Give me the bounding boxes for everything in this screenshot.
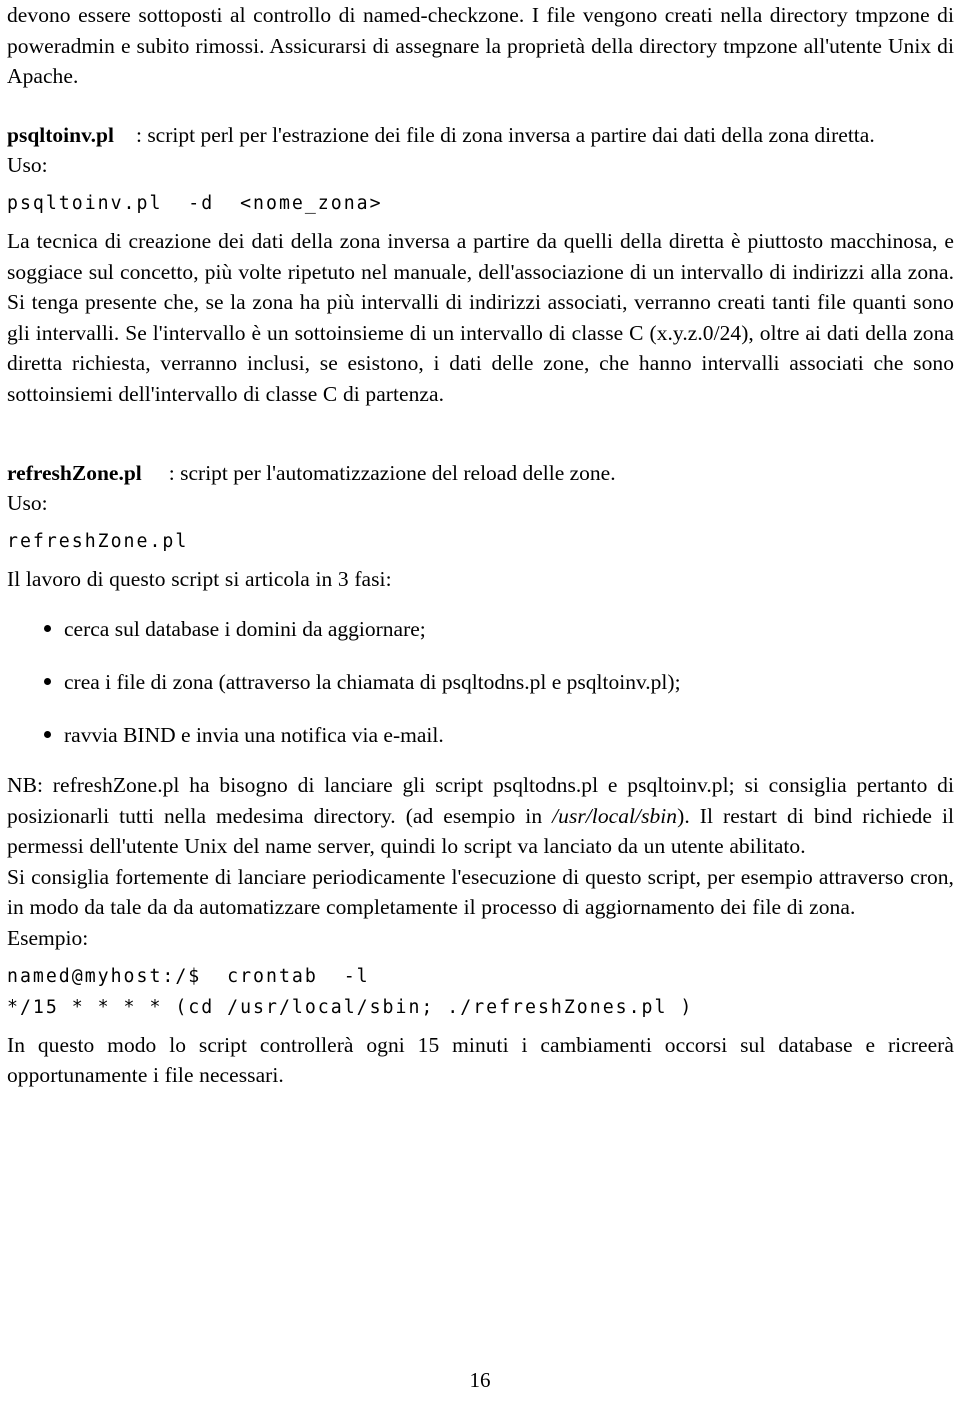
list-item-label: cerca sul database i domini da aggiornar… [64, 617, 426, 642]
usage-code-psqltoinv: psqltoinv.pl -d <nome_zona> [7, 192, 383, 214]
esempio-label: Esempio: [7, 926, 89, 951]
note-paragraph: NB: refreshZone.pl ha bisogno di lanciar… [7, 770, 954, 862]
page-content: devono essere sottoposti al controllo di… [7, 0, 954, 1091]
cron-code-line-2: */15 * * * * (cd /usr/local/sbin; ./refr… [7, 996, 694, 1018]
script-description-psqltoinv: : script perl per l'estrazione dei file … [135, 122, 875, 147]
bullet-icon [44, 625, 51, 633]
bullet-icon [44, 730, 51, 738]
uso-label-psqltoinv: Uso: [7, 153, 48, 178]
list-item: crea i file di zona (attraverso la chiam… [7, 667, 954, 698]
closing-paragraph: In questo modo lo script controllerà ogn… [7, 1032, 954, 1088]
cron-advice-paragraph: Si consiglia fortemente di lanciare peri… [7, 864, 954, 920]
cron-code-line-1: named@myhost:/$ crontab -l [7, 965, 370, 987]
definition-psqltoinv: psqltoinv.pl : script perl per l'estrazio… [7, 120, 954, 151]
script-description-refreshzone: : script per l'automatizzazione del relo… [168, 460, 616, 485]
script-name-psqltoinv: psqltoinv.pl [7, 122, 114, 147]
script-name-refreshzone: refreshZone.pl [7, 460, 142, 485]
phases-intro: Il lavoro di questo script si articola i… [7, 566, 392, 591]
psqltoinv-body-paragraph: La tecnica di creazione dei dati della z… [7, 228, 954, 406]
document-page: devono essere sottoposti al controllo di… [0, 0, 960, 1401]
note-path: /usr/local/sbin [552, 803, 678, 828]
definition-refreshzone: refreshZone.pl : script per l'automatizza… [7, 458, 954, 489]
intro-paragraph: devono essere sottoposti al controllo di… [7, 3, 954, 89]
page-number: 16 [469, 1368, 491, 1392]
phases-list: cerca sul database i domini da aggiornar… [7, 614, 954, 750]
list-item: ravvia BIND e invia una notifica via e-m… [7, 720, 954, 751]
list-item-label: ravvia BIND e invia una notifica via e-m… [64, 722, 444, 747]
usage-code-refreshzone: refreshZone.pl [7, 530, 189, 552]
uso-label-refreshzone: Uso: [7, 491, 48, 516]
bullet-icon [44, 677, 51, 685]
list-item-label: crea i file di zona (attraverso la chiam… [64, 669, 681, 694]
list-item: cerca sul database i domini da aggiornar… [7, 614, 954, 645]
